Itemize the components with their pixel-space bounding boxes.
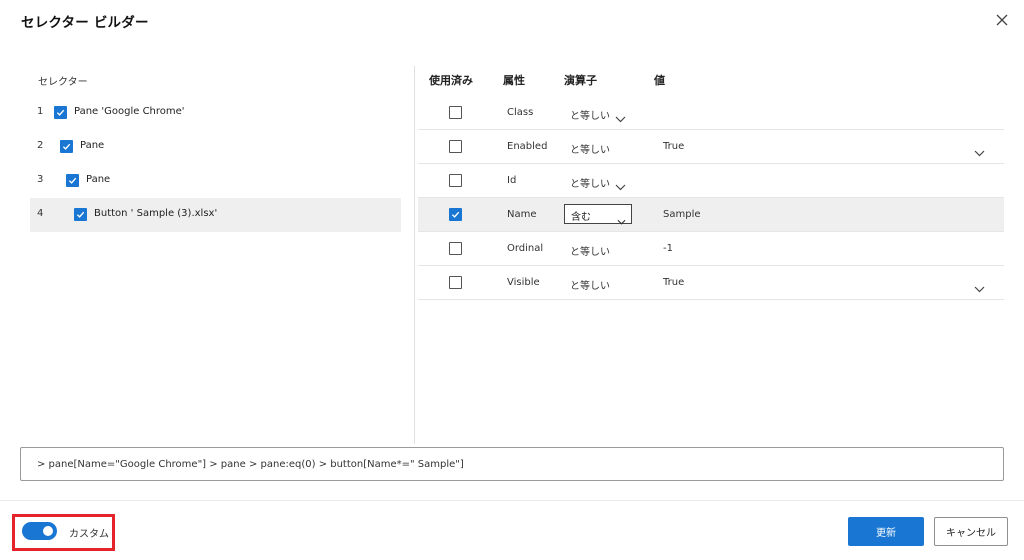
attribute-row[interactable]: Ordinal と等しい -1 [418,232,1004,266]
tree-item-number: 3 [37,174,44,185]
update-button[interactable]: 更新 [848,517,924,546]
operator-text[interactable]: と等しい [570,277,610,292]
operator-text[interactable]: と等しい [570,107,610,122]
chevron-down-icon[interactable] [974,142,985,161]
toggle-knob [43,526,53,536]
attribute-used-checkbox[interactable] [449,106,462,119]
tree-item-label: Button ' Sample (3).xlsx' [94,208,218,219]
attribute-value[interactable]: True [663,141,684,152]
custom-toggle-label: カスタム [69,529,109,540]
operator-text[interactable]: と等しい [570,141,610,156]
selector-tree-item[interactable]: 3 Pane [30,164,401,198]
attribute-value[interactable]: True [663,277,684,288]
operator-select-value: 含む [571,212,591,223]
chevron-down-icon[interactable] [974,278,985,297]
attribute-used-checkbox[interactable] [449,174,462,187]
selector-expression-field[interactable]: > pane[Name="Google Chrome"] > pane > pa… [20,447,1004,481]
tree-item-label: Pane [80,140,105,151]
cancel-button[interactable]: キャンセル [934,517,1008,546]
attribute-name: Class [507,107,534,118]
panel-divider [414,66,415,444]
attribute-name: Id [507,175,517,186]
attribute-value[interactable]: Sample [663,209,701,220]
tree-item-number: 1 [37,106,44,117]
tree-item-number: 2 [37,140,44,151]
attribute-row[interactable]: Enabled と等しい True [418,130,1004,164]
attribute-row[interactable]: Name 含む Sample [418,198,1004,232]
column-header-attribute: 属性 [503,74,525,87]
attribute-name: Name [507,209,537,220]
tree-item-label: Pane 'Google Chrome' [74,106,185,117]
attribute-used-checkbox[interactable] [449,140,462,153]
custom-toggle[interactable] [22,522,57,540]
tree-item-checkbox[interactable] [74,208,87,221]
dialog-title: セレクター ビルダー [21,15,149,31]
footer-divider [0,500,1024,501]
tree-item-number: 4 [37,208,44,219]
column-header-operator: 演算子 [564,74,597,87]
tree-item-checkbox[interactable] [60,140,73,153]
tree-item-label: Pane [86,174,111,185]
tree-item-checkbox[interactable] [54,106,67,119]
column-header-used: 使用済み [429,74,473,87]
attribute-row[interactable]: Class と等しい [418,96,1004,130]
selector-tree-panel: セレクター 1 Pane 'Google Chrome' 2 Pane 3 Pane 4 Bu… [28,66,404,446]
selector-tree-label: セレクター [38,77,88,88]
attribute-row[interactable]: Id と等しい [418,164,1004,198]
chevron-down-icon[interactable] [615,108,626,127]
column-header-value: 値 [654,74,665,87]
selector-expression-text: > pane[Name="Google Chrome"] > pane > pa… [37,459,464,470]
attribute-used-checkbox[interactable] [449,242,462,255]
chevron-down-icon[interactable] [615,176,626,195]
tree-item-checkbox[interactable] [66,174,79,187]
attribute-used-checkbox[interactable] [449,276,462,289]
attribute-name: Visible [507,277,540,288]
attribute-row[interactable]: Visible と等しい True [418,266,1004,300]
close-icon[interactable] [994,12,1010,28]
attribute-used-checkbox[interactable] [449,208,462,221]
chevron-down-icon [617,210,626,229]
operator-select[interactable]: 含む [564,204,632,225]
operator-text[interactable]: と等しい [570,243,610,258]
selector-tree-item[interactable]: 2 Pane [30,130,401,164]
selector-tree-item[interactable]: 1 Pane 'Google Chrome' [30,96,401,130]
attribute-name: Ordinal [507,243,544,254]
operator-text[interactable]: と等しい [570,175,610,190]
attribute-value[interactable]: -1 [663,243,673,254]
attribute-name: Enabled [507,141,548,152]
selector-tree-item[interactable]: 4 Button ' Sample (3).xlsx' [30,198,401,232]
